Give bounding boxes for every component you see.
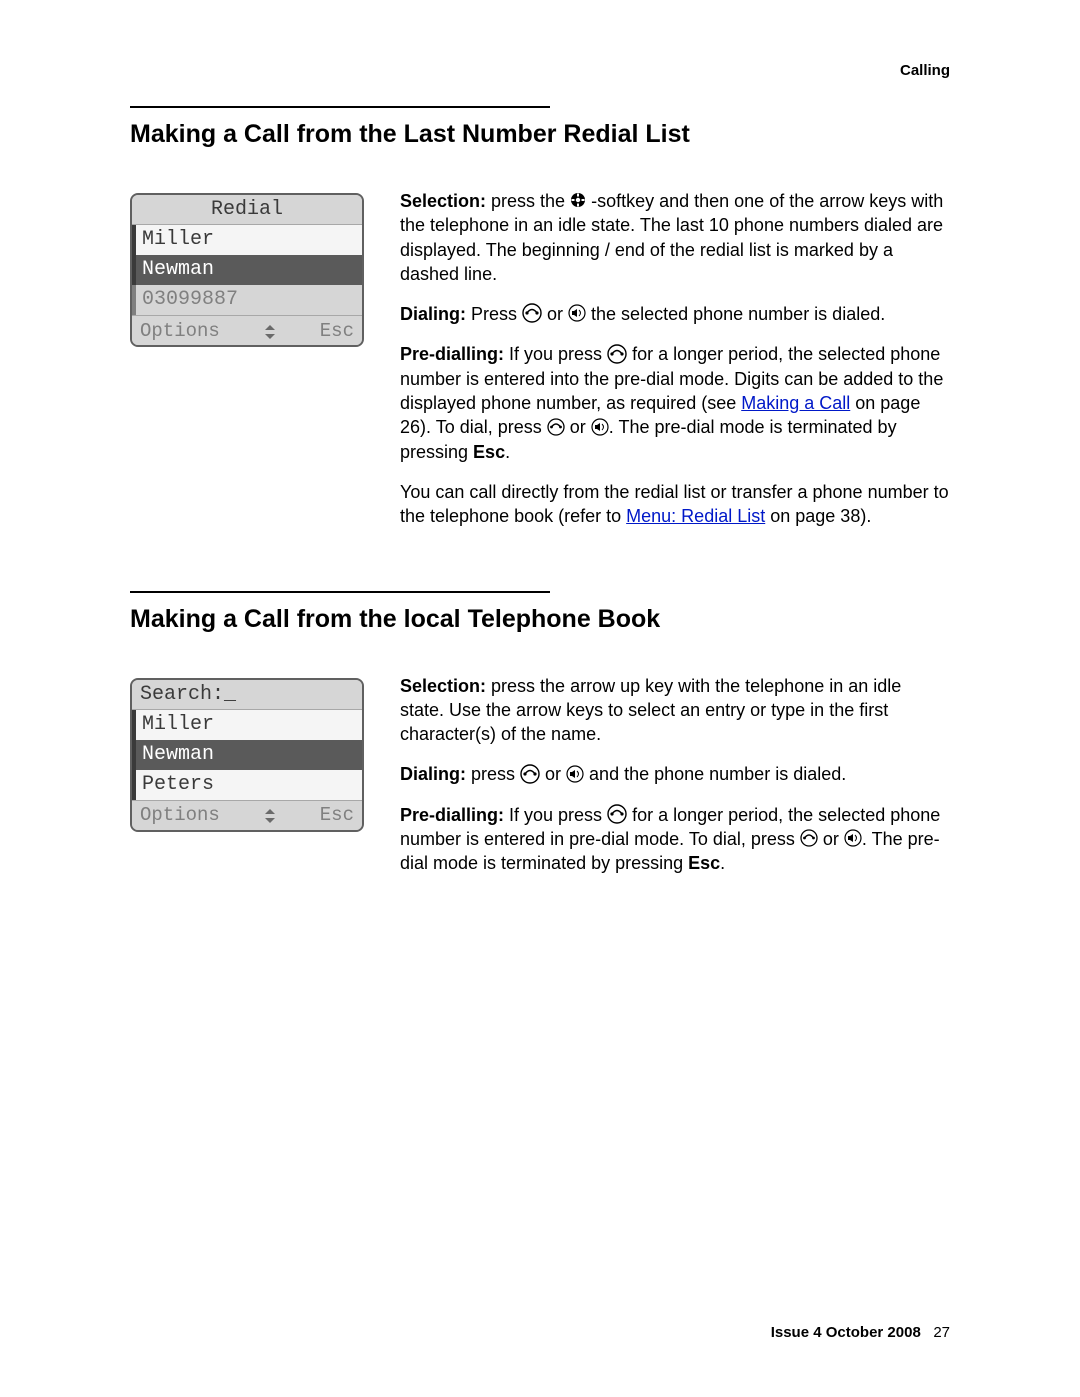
speaker-icon	[566, 765, 584, 783]
text: or	[542, 304, 568, 324]
sort-icon	[263, 809, 277, 823]
text: or	[818, 829, 844, 849]
section-rule	[130, 591, 550, 593]
paragraph: Selection: press the arrow up key with t…	[400, 674, 950, 747]
lcd-row: Miller	[132, 710, 362, 740]
hook-icon	[520, 764, 540, 784]
lcd-title: Redial	[132, 195, 362, 225]
text-esc: Esc	[473, 442, 505, 462]
lcd-row: 03099887	[132, 285, 362, 315]
lcd-redial: Redial Miller Newman 03099887 Options Es…	[130, 193, 364, 347]
speaker-icon	[844, 829, 862, 847]
text: press the	[486, 191, 570, 211]
section-title-phonebook: Making a Call from the local Telephone B…	[130, 605, 950, 634]
text: .	[505, 442, 510, 462]
text-esc: Esc	[688, 853, 720, 873]
text: on page 38).	[765, 506, 871, 526]
paragraph: Dialing: press or and the phone number i…	[400, 762, 950, 786]
lcd-softkeys: Options Esc	[132, 800, 362, 830]
text: and the phone number is dialed.	[584, 764, 846, 784]
section-phonebook: Search:_ Miller Newman Peters Options Es…	[130, 674, 950, 892]
lcd-redial-column: Redial Miller Newman 03099887 Options Es…	[130, 189, 370, 545]
lcd-phonebook-column: Search:_ Miller Newman Peters Options Es…	[130, 674, 370, 892]
label-selection: Selection:	[400, 676, 486, 696]
hook-icon	[607, 804, 627, 824]
footer-page-number: 27	[933, 1324, 950, 1341]
paragraph: Selection: press the -softkey and then o…	[400, 189, 950, 286]
text: press	[466, 764, 520, 784]
label-selection: Selection:	[400, 191, 486, 211]
label-dialing: Dialing:	[400, 764, 466, 784]
lcd-search: Search:_	[132, 680, 362, 710]
hook-icon	[800, 829, 818, 847]
paragraph: Pre-dialling: If you press for a longer …	[400, 803, 950, 876]
hook-icon	[522, 303, 542, 323]
paragraph: Pre-dialling: If you press for a longer …	[400, 342, 950, 463]
paragraph: You can call directly from the redial li…	[400, 480, 950, 529]
hook-icon	[547, 418, 565, 436]
sort-icon	[263, 325, 277, 339]
lcd-softkey-right: Esc	[320, 316, 354, 346]
page-footer: Issue 4 October 2008 27	[771, 1324, 950, 1341]
lcd-row-selected: Newman	[132, 255, 362, 285]
speaker-icon	[591, 418, 609, 436]
lcd-row: Peters	[132, 770, 362, 800]
text: If you press	[504, 805, 607, 825]
dpad-icon	[570, 192, 586, 208]
redial-text: Selection: press the -softkey and then o…	[400, 189, 950, 545]
section-rule	[130, 106, 550, 108]
header-section-label: Calling	[900, 62, 950, 79]
document-page: Calling Making a Call from the Last Numb…	[0, 0, 1080, 1397]
label-predialling: Pre-dialling:	[400, 805, 504, 825]
phonebook-text: Selection: press the arrow up key with t…	[400, 674, 950, 892]
link-menu-redial-list[interactable]: Menu: Redial List	[626, 506, 765, 526]
lcd-softkey-left: Options	[140, 800, 220, 830]
lcd-softkey-left: Options	[140, 316, 220, 346]
speaker-icon	[568, 304, 586, 322]
text: or	[540, 764, 566, 784]
hook-icon	[607, 344, 627, 364]
lcd-row-selected: Newman	[132, 740, 362, 770]
link-making-a-call[interactable]: Making a Call	[741, 393, 850, 413]
text: the selected phone number is dialed.	[586, 304, 885, 324]
footer-issue: Issue 4 October 2008	[771, 1324, 921, 1341]
lcd-softkeys: Options Esc	[132, 315, 362, 345]
text: If you press	[504, 344, 607, 364]
lcd-softkey-right: Esc	[320, 800, 354, 830]
lcd-phonebook: Search:_ Miller Newman Peters Options Es…	[130, 678, 364, 832]
text: Press	[466, 304, 522, 324]
section-title-redial: Making a Call from the Last Number Redia…	[130, 120, 950, 149]
label-dialing: Dialing:	[400, 304, 466, 324]
text: or	[565, 417, 591, 437]
label-predialling: Pre-dialling:	[400, 344, 504, 364]
lcd-row: Miller	[132, 225, 362, 255]
text: .	[720, 853, 725, 873]
section-redial: Redial Miller Newman 03099887 Options Es…	[130, 189, 950, 545]
paragraph: Dialing: Press or the selected phone num…	[400, 302, 950, 326]
